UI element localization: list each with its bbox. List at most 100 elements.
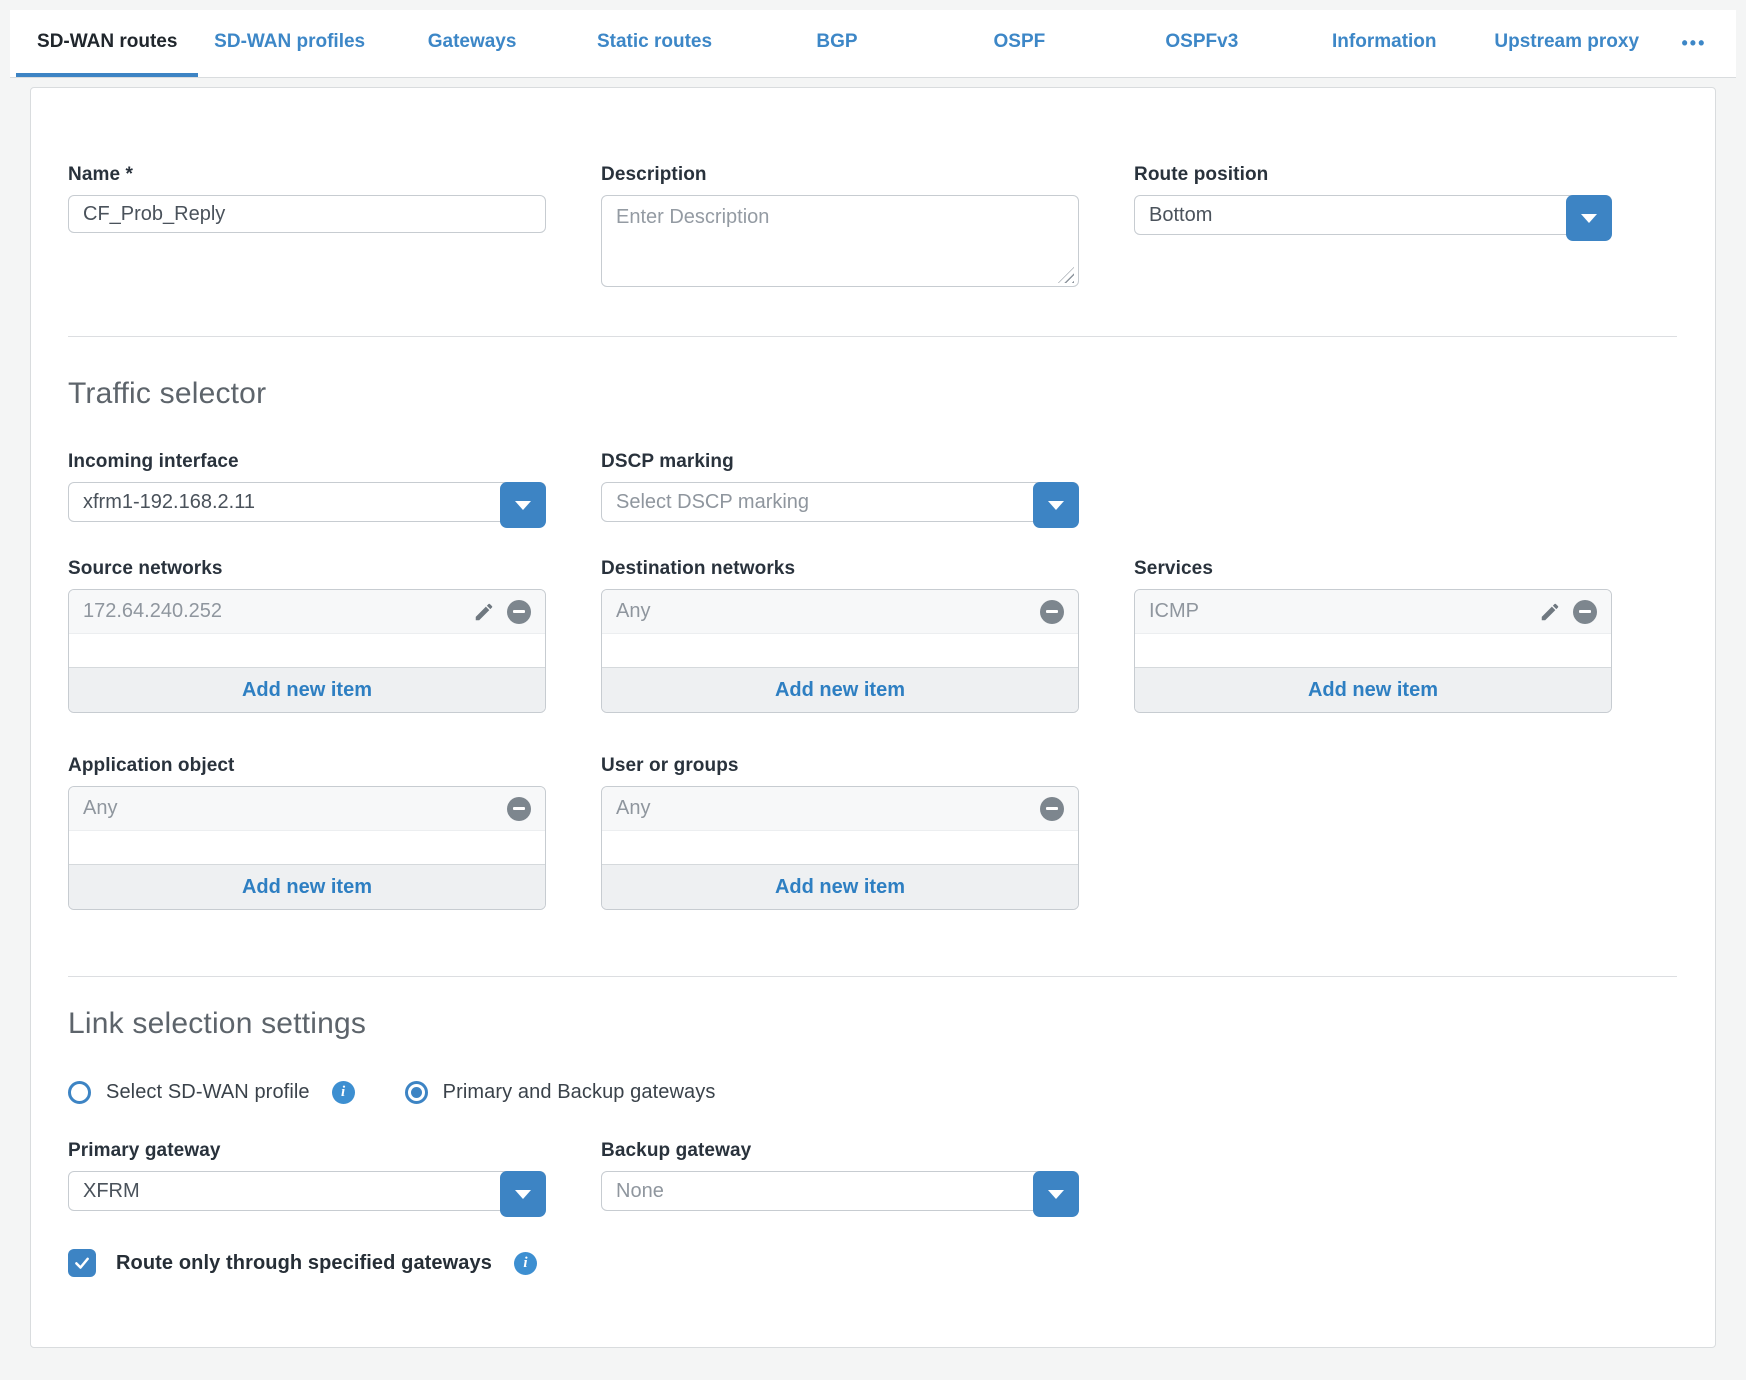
list-item: 172.64.240.252 <box>69 590 545 634</box>
description-textarea[interactable] <box>601 195 1079 287</box>
edit-pencil-icon[interactable] <box>473 601 495 623</box>
user-or-groups-field-group: User or groups Any Add new item <box>601 755 1079 910</box>
backup-gateway-select[interactable]: None <box>601 1171 1079 1211</box>
tab-ospf[interactable]: OSPF <box>928 10 1110 77</box>
listbox-empty-area <box>69 831 545 864</box>
name-input[interactable] <box>68 195 546 233</box>
source-networks-label: Source networks <box>68 558 546 580</box>
list-item: Any <box>69 787 545 831</box>
add-new-item-button[interactable]: Add new item <box>1135 667 1611 712</box>
section-divider <box>68 976 1677 977</box>
edit-pencil-icon[interactable] <box>1539 601 1561 623</box>
tabs-more-ellipsis-icon[interactable]: ••• <box>1658 10 1730 77</box>
link-selection-heading: Link selection settings <box>68 1007 1677 1041</box>
tab-ospfv3[interactable]: OSPFv3 <box>1111 10 1293 77</box>
backup-gateway-label: Backup gateway <box>601 1140 1079 1162</box>
services-label: Services <box>1134 558 1612 580</box>
tab-gateways[interactable]: Gateways <box>381 10 563 77</box>
sd-wan-routes-page: SD-WAN routes SD-WAN profiles Gateways S… <box>0 0 1746 1380</box>
add-new-item-button[interactable]: Add new item <box>69 864 545 909</box>
info-icon[interactable]: i <box>514 1252 537 1275</box>
destination-networks-listbox: Any Add new item <box>601 589 1079 713</box>
chevron-down-icon[interactable] <box>500 482 546 528</box>
listbox-empty-area <box>602 831 1078 864</box>
radio-selected-icon[interactable] <box>405 1081 428 1104</box>
list-item: Any <box>602 787 1078 831</box>
user-or-groups-listbox: Any Add new item <box>601 786 1079 910</box>
radio-sd-wan-profile-label: Select SD-WAN profile <box>106 1081 310 1104</box>
backup-gateway-value: None <box>616 1180 664 1203</box>
incoming-interface-select[interactable]: xfrm1-192.168.2.11 <box>68 482 546 522</box>
tab-information[interactable]: Information <box>1293 10 1475 77</box>
networks-services-row: Source networks 172.64.240.252 Add new i… <box>68 558 1677 713</box>
tab-static-routes[interactable]: Static routes <box>563 10 745 77</box>
general-fields-row: Name * Description Route position Bottom <box>68 164 1677 292</box>
name-label: Name * <box>68 164 546 186</box>
chevron-down-icon[interactable] <box>500 1171 546 1217</box>
tab-sd-wan-routes[interactable]: SD-WAN routes <box>16 10 198 77</box>
remove-item-icon[interactable] <box>1040 797 1064 821</box>
source-network-value: 172.64.240.252 <box>83 600 461 623</box>
chevron-down-icon[interactable] <box>1566 195 1612 241</box>
remove-item-icon[interactable] <box>1573 600 1597 624</box>
tab-bar: SD-WAN routes SD-WAN profiles Gateways S… <box>10 10 1736 78</box>
incoming-interface-value: xfrm1-192.168.2.11 <box>83 491 255 514</box>
checkmark-icon <box>73 1254 91 1272</box>
dscp-marking-select[interactable]: Select DSCP marking <box>601 482 1079 522</box>
destination-networks-field-group: Destination networks Any Add new item <box>601 558 1079 713</box>
route-position-label: Route position <box>1134 164 1612 186</box>
tab-bgp[interactable]: BGP <box>746 10 928 77</box>
route-position-select[interactable]: Bottom <box>1134 195 1612 235</box>
services-listbox: ICMP Add new item <box>1134 589 1612 713</box>
link-selection-radio-group: Select SD-WAN profile i Primary and Back… <box>68 1081 1677 1104</box>
list-item: Any <box>602 590 1078 634</box>
description-field-group: Description <box>601 164 1079 292</box>
route-only-checkbox[interactable] <box>68 1249 96 1277</box>
radio-unselected-icon[interactable] <box>68 1081 91 1104</box>
list-item: ICMP <box>1135 590 1611 634</box>
source-networks-field-group: Source networks 172.64.240.252 Add new i… <box>68 558 546 713</box>
route-only-checkbox-label: Route only through specified gateways <box>116 1252 492 1275</box>
chevron-down-icon[interactable] <box>1033 1171 1079 1217</box>
incoming-interface-label: Incoming interface <box>68 451 546 473</box>
radio-select-sd-wan-profile[interactable]: Select SD-WAN profile <box>68 1081 310 1104</box>
remove-item-icon[interactable] <box>507 600 531 624</box>
tab-upstream-proxy[interactable]: Upstream proxy <box>1476 10 1658 77</box>
primary-gateway-field-group: Primary gateway XFRM <box>68 1140 546 1211</box>
primary-gateway-label: Primary gateway <box>68 1140 546 1162</box>
application-object-field-group: Application object Any Add new item <box>68 755 546 910</box>
route-position-value: Bottom <box>1149 204 1212 227</box>
remove-item-icon[interactable] <box>507 797 531 821</box>
listbox-empty-area <box>1135 634 1611 667</box>
section-divider <box>68 336 1677 337</box>
interface-dscp-row: Incoming interface xfrm1-192.168.2.11 DS… <box>68 451 1677 522</box>
chevron-down-icon[interactable] <box>1033 482 1079 528</box>
listbox-empty-area <box>69 634 545 667</box>
tab-sd-wan-profiles[interactable]: SD-WAN profiles <box>198 10 380 77</box>
route-position-field-group: Route position Bottom <box>1134 164 1612 235</box>
radio-primary-backup-label: Primary and Backup gateways <box>443 1081 716 1104</box>
route-only-checkbox-row: Route only through specified gateways i <box>68 1249 1677 1277</box>
add-new-item-button[interactable]: Add new item <box>69 667 545 712</box>
name-field-group: Name * <box>68 164 546 233</box>
primary-gateway-value: XFRM <box>83 1180 140 1203</box>
listbox-empty-area <box>602 634 1078 667</box>
add-new-item-button[interactable]: Add new item <box>602 864 1078 909</box>
service-value: ICMP <box>1149 600 1527 623</box>
route-form-card: Name * Description Route position Bottom <box>30 87 1716 1348</box>
radio-primary-and-backup-gateways[interactable]: Primary and Backup gateways <box>405 1081 716 1104</box>
add-new-item-button[interactable]: Add new item <box>602 667 1078 712</box>
dscp-marking-placeholder: Select DSCP marking <box>616 491 809 514</box>
user-or-groups-label: User or groups <box>601 755 1079 777</box>
backup-gateway-field-group: Backup gateway None <box>601 1140 1079 1211</box>
primary-gateway-select[interactable]: XFRM <box>68 1171 546 1211</box>
source-networks-listbox: 172.64.240.252 Add new item <box>68 589 546 713</box>
application-users-row: Application object Any Add new item User… <box>68 755 1677 910</box>
remove-item-icon[interactable] <box>1040 600 1064 624</box>
services-field-group: Services ICMP Add new item <box>1134 558 1612 713</box>
application-object-label: Application object <box>68 755 546 777</box>
application-object-listbox: Any Add new item <box>68 786 546 910</box>
info-icon[interactable]: i <box>332 1081 355 1104</box>
user-or-groups-value: Any <box>616 797 1028 820</box>
dscp-marking-field-group: DSCP marking Select DSCP marking <box>601 451 1079 522</box>
